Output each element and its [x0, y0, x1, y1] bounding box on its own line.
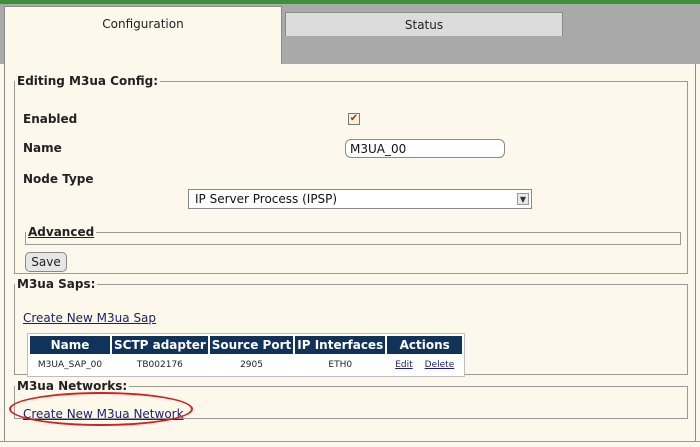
save-button[interactable]: Save	[25, 252, 67, 272]
cell-source-port: 2905	[240, 360, 263, 370]
node-type-select[interactable]: IP Server Process (IPSP) ▼	[188, 189, 532, 209]
enabled-checkbox[interactable]: ✔	[348, 113, 360, 125]
tab-configuration[interactable]: Configuration	[4, 6, 282, 64]
enabled-label: Enabled	[23, 112, 78, 126]
table-row: M3UA_SAP_00 TB002176 2905 ETH0 Edit Delet…	[30, 356, 462, 374]
name-label: Name	[23, 141, 62, 155]
advanced-toggle[interactable]: Advanced	[26, 225, 96, 239]
cell-sap-name: M3UA_SAP_00	[37, 360, 103, 370]
column-header-name: Name	[30, 336, 110, 354]
section-legend-editing: Editing M3ua Config:	[17, 74, 159, 88]
m3ua-saps-section: M3ua Saps: Create New M3ua Sap Name SCTP…	[14, 277, 688, 377]
configuration-panel: Editing M3ua Config: Enabled ✔ Name Node…	[4, 64, 696, 447]
column-header-sctp-adapter: SCTP adapter	[112, 336, 208, 354]
node-type-selected-value: IP Server Process (IPSP)	[195, 192, 338, 206]
create-new-m3ua-sap-link[interactable]: Create New M3ua Sap	[23, 311, 156, 325]
table-header-row: Name SCTP adapter Source Port IP Interfa…	[30, 336, 463, 354]
cell-actions: Edit Delete	[387, 356, 462, 374]
highlight-ellipse-annotation	[9, 392, 193, 426]
section-legend-networks: M3ua Networks:	[17, 379, 128, 393]
delete-sap-link[interactable]: Delete	[425, 360, 455, 370]
column-header-actions: Actions	[387, 336, 463, 354]
cell-sctp-adapter: TB002176	[136, 360, 183, 370]
column-header-source-port: Source Port	[209, 336, 294, 354]
column-header-ip-interfaces: IP Interfaces	[295, 336, 386, 354]
bottom-border	[0, 441, 700, 447]
cell-ip-interfaces: ETH0	[328, 360, 353, 370]
tab-status[interactable]: Status	[285, 12, 563, 36]
editing-m3ua-config-section: Editing M3ua Config: Enabled ✔ Name Node…	[14, 74, 688, 274]
name-field[interactable]	[345, 139, 505, 158]
dropdown-arrow-icon[interactable]: ▼	[517, 193, 529, 205]
node-type-label: Node Type	[23, 172, 94, 186]
advanced-section: Advanced	[25, 225, 681, 245]
section-legend-saps: M3ua Saps:	[17, 277, 96, 291]
saps-table: Name SCTP adapter Source Port IP Interfa…	[27, 333, 466, 377]
edit-sap-link[interactable]: Edit	[395, 360, 412, 370]
